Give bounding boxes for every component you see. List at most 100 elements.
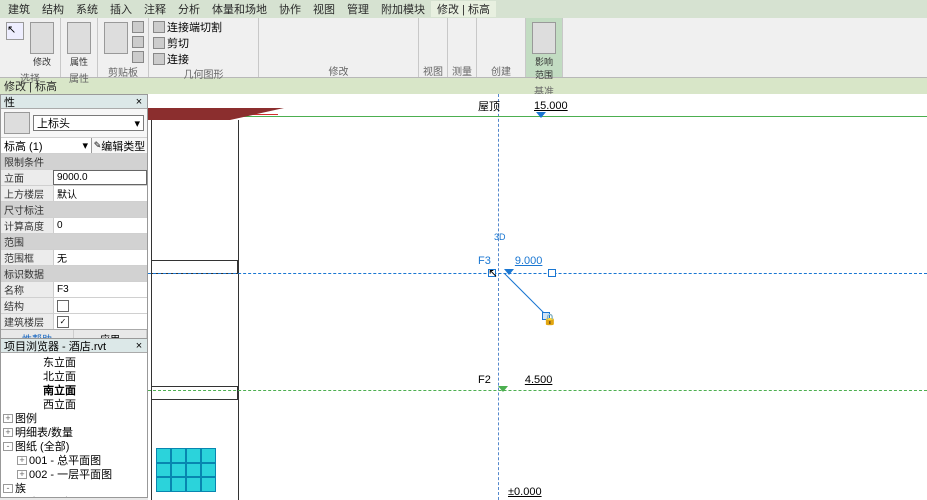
menu-item-3[interactable]: 插入 xyxy=(104,1,138,17)
modify-tool-3[interactable] xyxy=(297,20,311,34)
properties-title-bar[interactable]: 性 × xyxy=(1,95,147,109)
menu-item-7[interactable]: 协作 xyxy=(273,1,307,17)
copy-button[interactable] xyxy=(132,35,144,49)
prop-value[interactable]: 0 xyxy=(53,218,147,233)
tree-item[interactable]: +明细表/数量 xyxy=(3,425,145,439)
menu-item-8[interactable]: 视图 xyxy=(307,1,341,17)
tree-item[interactable]: -族 xyxy=(3,481,145,495)
create-tool-4[interactable] xyxy=(497,43,511,57)
menu-item-0[interactable]: 建筑 xyxy=(2,1,36,17)
prop-row[interactable]: 上方楼层默认 xyxy=(1,185,147,201)
prop-row[interactable]: 结构 xyxy=(1,297,147,313)
tree-expand-icon[interactable]: + xyxy=(17,470,27,479)
create-tool-2[interactable] xyxy=(497,20,511,34)
menu-item-4[interactable]: 注释 xyxy=(138,1,172,17)
menu-item-10[interactable]: 附加模块 xyxy=(375,1,431,17)
3d-toggle[interactable]: 3D xyxy=(494,232,506,242)
tree-item[interactable]: 东立面 xyxy=(3,355,145,369)
prop-row[interactable]: 立面9000.0 xyxy=(1,169,147,185)
tree-item[interactable]: 北立面 xyxy=(3,369,145,383)
modify-tool-14[interactable] xyxy=(331,43,345,57)
cope-button[interactable]: 连接端切割 xyxy=(153,20,222,34)
propagate-extents-button[interactable]: 影响 范围 xyxy=(530,20,558,83)
match-button[interactable] xyxy=(132,50,144,64)
menu-item-1[interactable]: 结构 xyxy=(36,1,70,17)
modify-tool-11[interactable] xyxy=(280,43,294,57)
floor-f2[interactable] xyxy=(151,386,238,400)
prop-row[interactable]: 名称F3 xyxy=(1,281,147,297)
modify-tool-12[interactable] xyxy=(297,43,311,57)
modify-tool-6[interactable] xyxy=(348,20,362,34)
view-tool-2[interactable] xyxy=(423,36,437,50)
modify-tool-16[interactable] xyxy=(365,43,379,57)
modify-tool-10[interactable] xyxy=(263,43,277,57)
tree-expand-icon[interactable]: - xyxy=(3,442,13,451)
tree-item[interactable]: -图纸 (全部) xyxy=(3,439,145,453)
create-tool-3[interactable] xyxy=(481,43,495,57)
properties-panel: 性 × 上标头▾ 标高 (1)▾ ✎编辑类型 限制条件立面9000.0上方楼层默… xyxy=(0,94,148,348)
roof-element[interactable] xyxy=(148,108,230,120)
modify-tool-2[interactable] xyxy=(280,20,294,34)
modify-tool-13[interactable] xyxy=(314,43,328,57)
join-button[interactable]: 连接 xyxy=(153,52,189,66)
menu-item-11[interactable]: 修改 | 标高 xyxy=(431,1,496,17)
roof-level-marker[interactable]: 屋顶 15.000 xyxy=(478,98,568,114)
properties-button[interactable]: 属性 xyxy=(65,20,93,70)
tree-item[interactable]: 西立面 xyxy=(3,397,145,411)
modify-tool-7[interactable] xyxy=(365,20,379,34)
tree-item[interactable]: 南立面 xyxy=(3,383,145,397)
tree-item[interactable]: +002 - 一层平面图 xyxy=(3,467,145,481)
measure-tool-1[interactable] xyxy=(452,20,466,34)
wall-line-1[interactable] xyxy=(151,120,152,500)
tree-expand-icon[interactable]: + xyxy=(17,498,27,499)
measure-tool-2[interactable] xyxy=(452,36,466,50)
select-cursor-button[interactable]: ↖ xyxy=(4,20,26,42)
tree-item[interactable]: +图例 xyxy=(3,411,145,425)
paste-button[interactable] xyxy=(102,20,130,56)
tree-expand-icon[interactable]: - xyxy=(3,484,13,493)
tree-expand-icon[interactable]: + xyxy=(3,414,13,423)
project-tree[interactable]: 东立面北立面南立面西立面+图例+明细表/数量-图纸 (全部)+001 - 总平面… xyxy=(1,353,147,498)
browser-title-bar[interactable]: 项目浏览器 - 酒店.rvt × xyxy=(1,339,147,353)
menu-item-5[interactable]: 分析 xyxy=(172,1,206,17)
cut-button[interactable] xyxy=(132,20,144,34)
f2-level-line[interactable] xyxy=(148,390,927,391)
wall-line-2[interactable] xyxy=(238,120,239,500)
prop-row[interactable]: 建筑楼层✓ xyxy=(1,313,147,329)
floor-f3[interactable] xyxy=(151,260,238,274)
modify-tool-5[interactable] xyxy=(331,20,345,34)
menu-item-2[interactable]: 系统 xyxy=(70,1,104,17)
f2-level-marker[interactable]: F2 4.500 xyxy=(478,374,552,386)
edit-type-button[interactable]: ✎编辑类型 xyxy=(91,138,147,153)
close-icon[interactable]: × xyxy=(134,340,144,352)
menu-item-9[interactable]: 管理 xyxy=(341,1,375,17)
checkbox[interactable]: ✓ xyxy=(57,316,69,328)
tree-expand-icon[interactable]: + xyxy=(17,456,27,465)
menu-item-6[interactable]: 体量和场地 xyxy=(206,1,273,17)
modify-tool-15[interactable] xyxy=(348,43,362,57)
create-tool-1[interactable] xyxy=(481,20,495,34)
drawing-canvas[interactable]: 屋顶 15.000 3D F3 9.000 🔒 ↖ F2 4.500 ±0.00… xyxy=(148,94,927,500)
modify-tool-4[interactable] xyxy=(314,20,328,34)
modify-button[interactable]: 修改 xyxy=(28,20,56,70)
tree-expand-icon[interactable]: + xyxy=(3,428,13,437)
tree-item[interactable]: +001 - 总平面图 xyxy=(3,453,145,467)
prop-value-input[interactable]: 9000.0 xyxy=(53,170,147,185)
ground-level-marker[interactable]: ±0.000 xyxy=(508,486,542,498)
type-selector[interactable]: 上标头▾ xyxy=(33,115,144,131)
cut-geom-button[interactable]: 剪切 xyxy=(153,36,189,50)
prop-section-header: 限制条件 xyxy=(1,153,147,169)
checkbox[interactable] xyxy=(57,300,69,312)
instance-selector[interactable]: 标高 (1)▾ xyxy=(1,138,91,153)
prop-value[interactable]: 无 xyxy=(53,250,147,265)
prop-row[interactable]: 范围框无 xyxy=(1,249,147,265)
prop-value[interactable]: 默认 xyxy=(53,186,147,201)
close-icon[interactable]: × xyxy=(134,96,144,108)
drag-endpoint-handle[interactable]: 🔒 xyxy=(542,312,550,320)
modify-tool-9[interactable] xyxy=(399,20,413,34)
prop-row[interactable]: 计算高度0 xyxy=(1,217,147,233)
view-tool-1[interactable] xyxy=(423,20,437,34)
modify-tool-1[interactable] xyxy=(263,20,277,34)
modify-tool-8[interactable] xyxy=(382,20,396,34)
prop-value[interactable]: F3 xyxy=(53,282,147,297)
